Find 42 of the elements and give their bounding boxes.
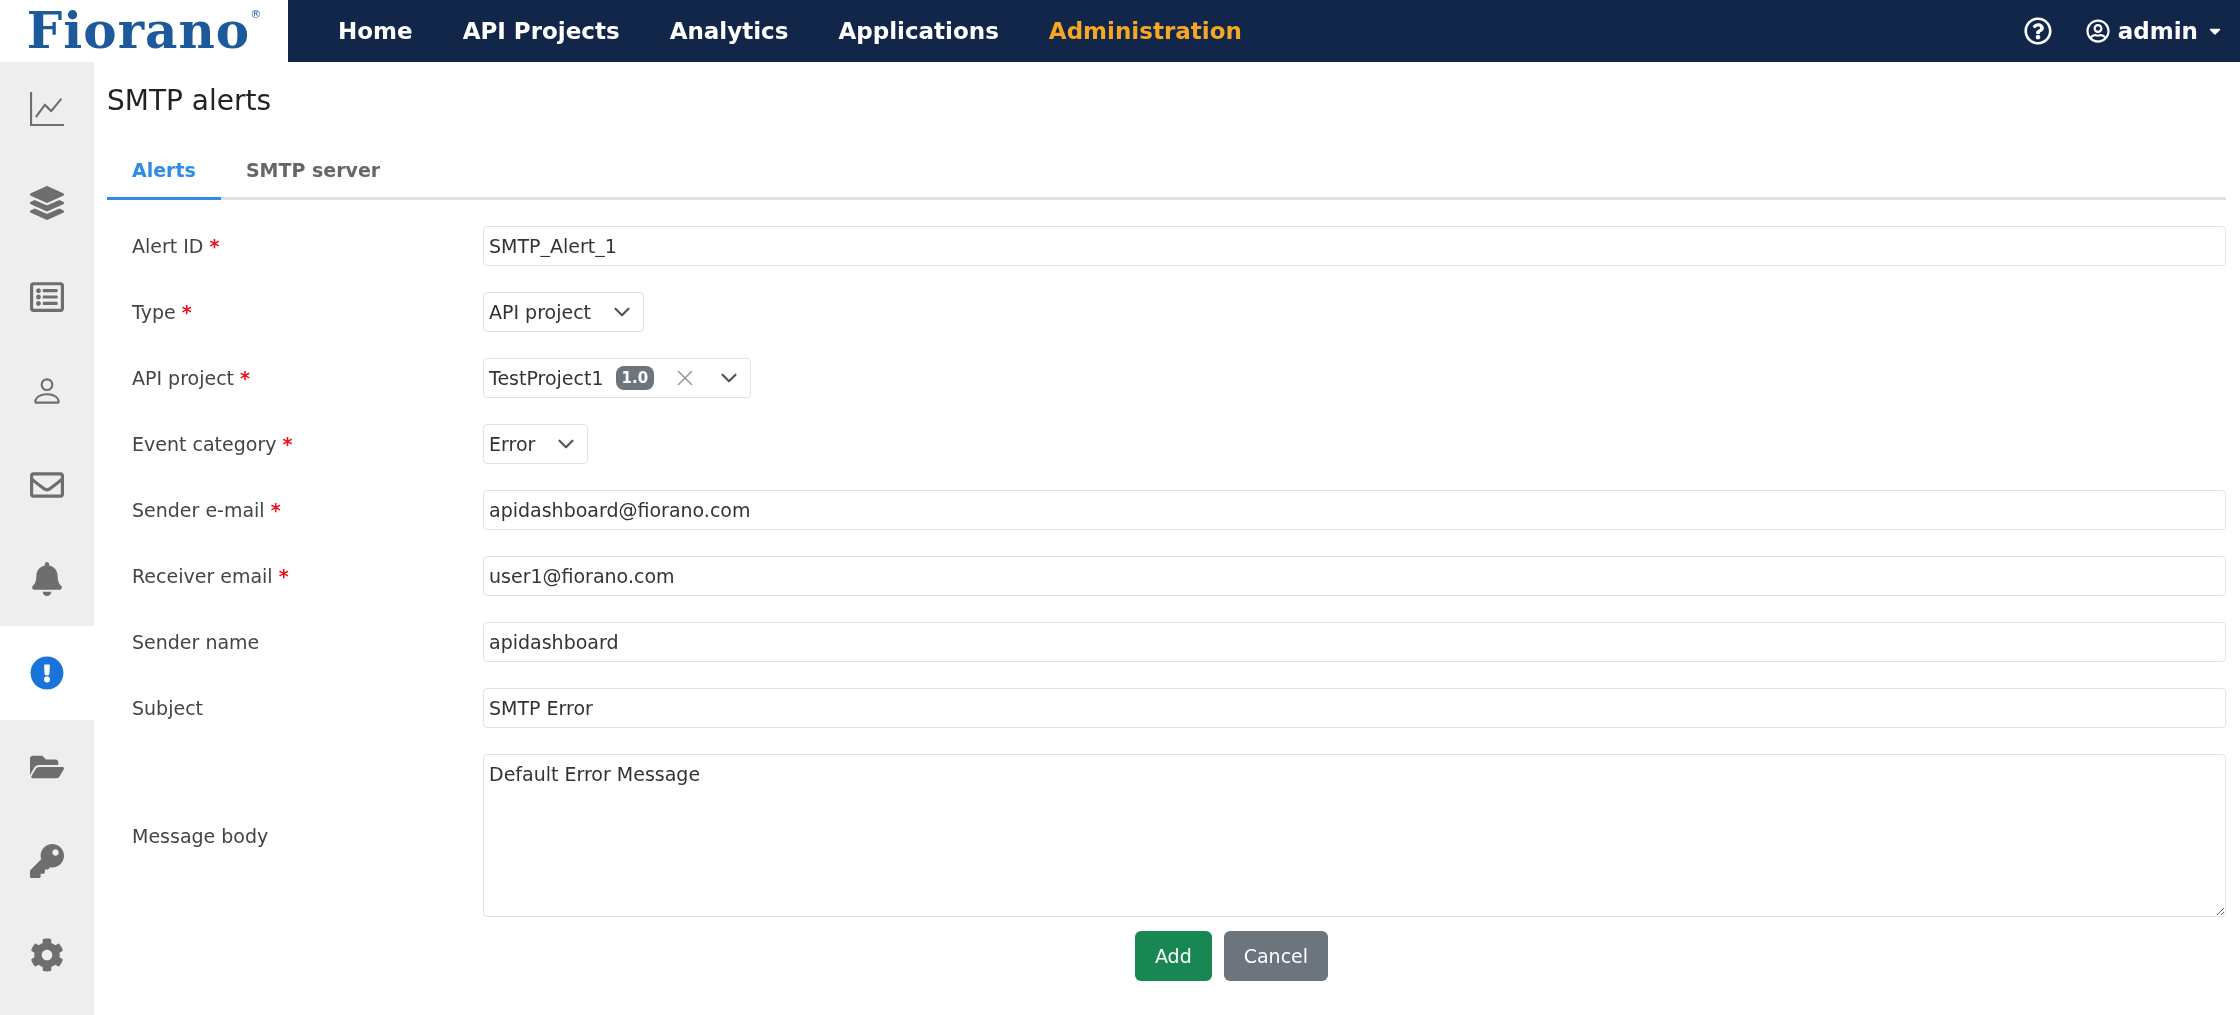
logo-text: Fiorano (26, 6, 251, 56)
sidebar-item[interactable] (0, 626, 94, 720)
field-label: API project * (132, 367, 252, 389)
text-field[interactable]: SMTP Error (483, 688, 2226, 728)
select-field[interactable]: Error (483, 424, 589, 464)
chart-icon (30, 92, 64, 126)
bell-icon (30, 562, 64, 596)
list-icon (30, 280, 64, 314)
nav-link[interactable]: Administration (1048, 18, 1242, 44)
version-badge: 1.0 (615, 366, 655, 390)
message-textarea[interactable]: Default Error Message (483, 754, 2226, 917)
user-menu[interactable]: admin (2085, 18, 2224, 44)
field-label: Subject (132, 697, 205, 719)
registered-mark: ® (250, 8, 262, 21)
page-title: SMTP alerts (107, 84, 273, 117)
text-field[interactable]: user1@fiorano.com (483, 556, 2226, 596)
key-icon (30, 844, 64, 878)
nav-link[interactable]: API Projects (462, 18, 620, 44)
field-label: Event category * (132, 433, 294, 455)
field-label: Receiver email * (132, 565, 290, 587)
settings-icon (30, 938, 64, 972)
field-label: Alert ID * (132, 235, 221, 257)
alert-icon (30, 656, 64, 690)
add-button[interactable]: Add (1134, 931, 1212, 981)
select-field[interactable]: API project (483, 292, 645, 332)
nav-link[interactable]: Home (338, 18, 413, 44)
logo[interactable]: Fiorano® (0, 0, 288, 62)
text-field[interactable]: apidashboard@fiorano.com (483, 490, 2226, 530)
nav-link[interactable]: Analytics (669, 18, 789, 44)
cancel-button[interactable]: Cancel (1223, 931, 1329, 981)
tab[interactable]: Alerts (107, 147, 221, 200)
text-field[interactable]: apidashboard (483, 622, 2226, 662)
field-label: Sender name (132, 631, 261, 653)
help-icon[interactable] (2023, 17, 2052, 45)
select-field[interactable]: TestProject1 1.0 (483, 358, 752, 398)
text-field[interactable]: SMTP_Alert_1 (483, 226, 2226, 266)
layers-icon (30, 186, 64, 220)
field-label: Type * (132, 301, 193, 323)
nav-link[interactable]: Applications (838, 18, 999, 44)
tab[interactable]: SMTP server (220, 147, 406, 200)
field-label: Sender e-mail * (132, 499, 282, 521)
field-label: Message body (132, 824, 270, 847)
